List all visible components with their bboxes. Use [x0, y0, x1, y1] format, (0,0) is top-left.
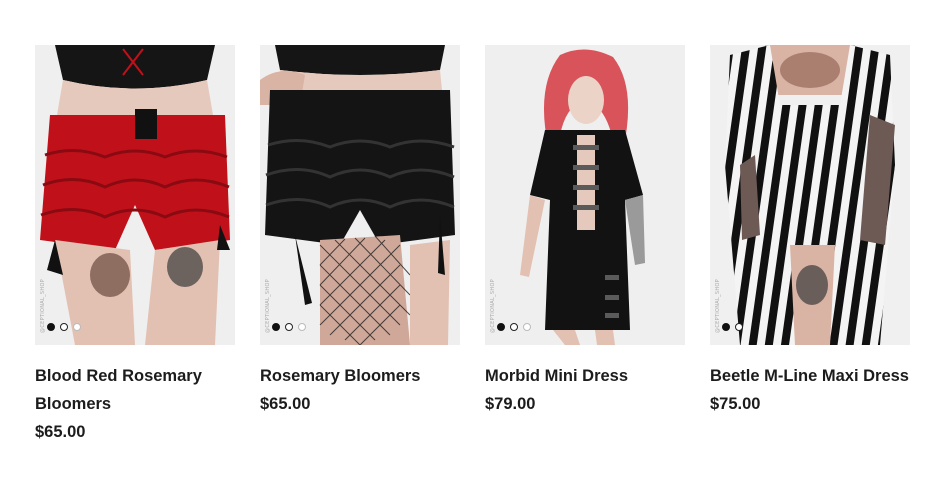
product-name[interactable]: Beetle M-Line Maxi Dress [710, 362, 910, 390]
product-card[interactable]: @CEPTIONAL_SHOP Morbid Mini Dress $79.00 [485, 45, 685, 446]
carousel-dot[interactable] [272, 323, 280, 331]
product-card[interactable]: @CEPTIONAL_SHOP Blood Red Rosemary Bloom… [35, 45, 235, 446]
product-name[interactable]: Morbid Mini Dress [485, 362, 685, 390]
product-card[interactable]: @CEPTIONAL_SHOP Beetle M-Line Maxi Dress… [710, 45, 910, 446]
product-image[interactable]: @CEPTIONAL_SHOP [485, 45, 685, 345]
product-image[interactable]: @CEPTIONAL_SHOP [710, 45, 910, 345]
product-price: $65.00 [260, 395, 311, 413]
carousel-dot[interactable] [722, 323, 730, 331]
carousel-dot[interactable] [73, 323, 81, 331]
carousel-dot[interactable] [60, 323, 68, 331]
carousel-dots [272, 323, 306, 331]
product-price: $75.00 [710, 395, 761, 413]
carousel-dots [497, 323, 531, 331]
product-card[interactable]: @CEPTIONAL_SHOP Rosemary Bloomers $65.00 [260, 45, 460, 446]
carousel-dot[interactable] [285, 323, 293, 331]
carousel-dot[interactable] [47, 323, 55, 331]
product-name[interactable]: Blood Red Rosemary Bloomers [35, 362, 235, 418]
carousel-dot[interactable] [497, 323, 505, 331]
image-watermark: @CEPTIONAL_SHOP [40, 279, 46, 333]
carousel-dot[interactable] [298, 323, 306, 331]
image-watermark: @CEPTIONAL_SHOP [715, 279, 721, 333]
carousel-dots [722, 323, 743, 331]
product-image[interactable]: @CEPTIONAL_SHOP [260, 45, 460, 345]
carousel-dot[interactable] [523, 323, 531, 331]
image-watermark: @CEPTIONAL_SHOP [490, 279, 496, 333]
image-watermark: @CEPTIONAL_SHOP [265, 279, 271, 333]
product-price: $79.00 [485, 395, 536, 413]
product-price: $65.00 [35, 423, 86, 441]
product-name[interactable]: Rosemary Bloomers [260, 362, 460, 390]
carousel-dots [47, 323, 81, 331]
product-image[interactable]: @CEPTIONAL_SHOP [35, 45, 235, 345]
carousel-dot[interactable] [510, 323, 518, 331]
carousel-dot[interactable] [735, 323, 743, 331]
product-grid: @CEPTIONAL_SHOP Blood Red Rosemary Bloom… [35, 45, 910, 446]
